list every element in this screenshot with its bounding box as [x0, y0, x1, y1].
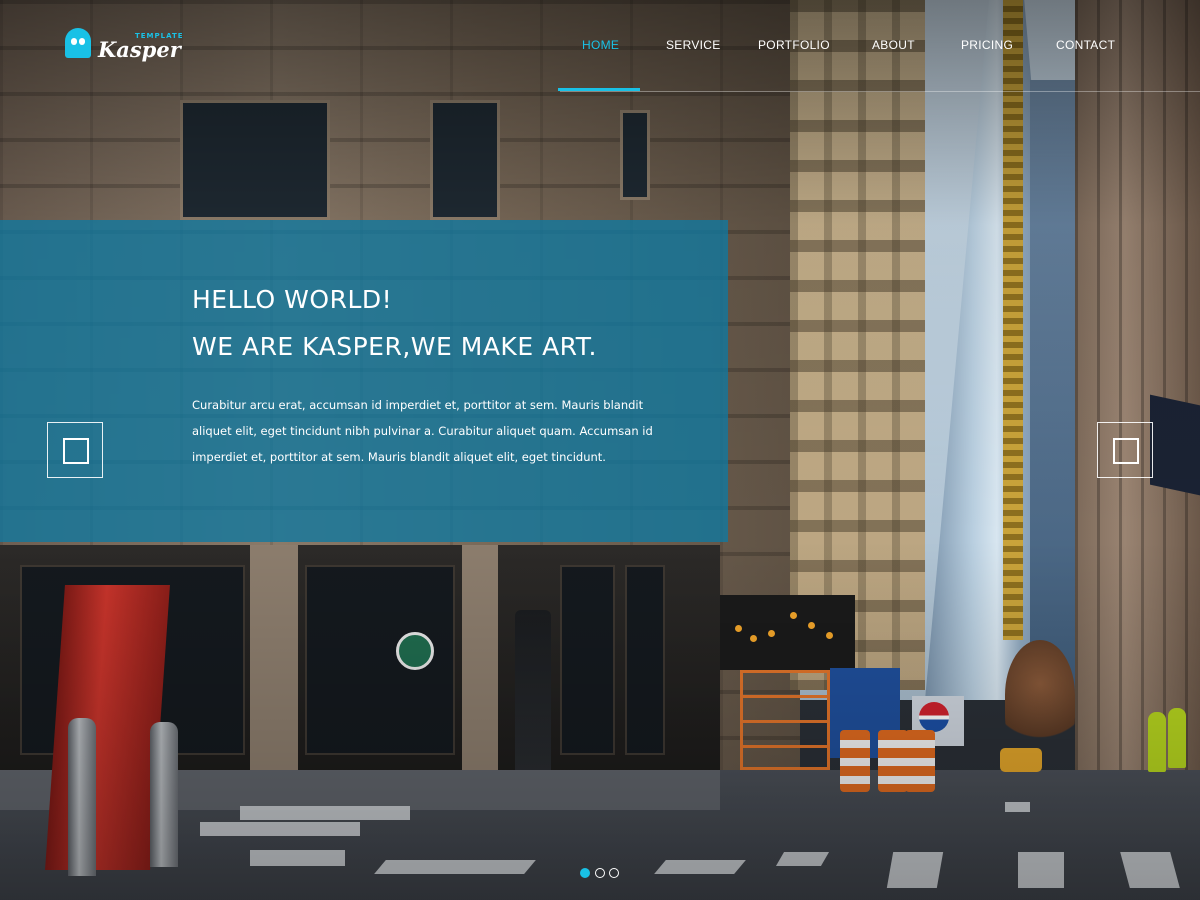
nav-item-home[interactable]: HOME	[582, 38, 619, 52]
hero-paragraph: Curabitur arcu erat, accumsan id imperdi…	[192, 398, 653, 464]
slider-prev-button[interactable]	[47, 422, 103, 478]
slider-next-button[interactable]	[1097, 422, 1153, 478]
nav-item-pricing[interactable]: PRICING	[961, 38, 1013, 52]
hero-title-line-1: HELLO WORLD!	[192, 285, 393, 314]
square-next-icon	[1113, 438, 1139, 464]
hero-title-line-2: WE ARE KASPER,WE MAKE ART.	[192, 332, 597, 361]
slider-dot-2[interactable]	[595, 868, 605, 878]
nav-item-contact[interactable]: CONTACT	[1056, 38, 1115, 52]
main-nav: HOME SERVICE PORTFOLIO ABOUT PRICING CON…	[0, 38, 1200, 58]
slider-dots	[580, 868, 640, 880]
nav-item-about[interactable]: ABOUT	[872, 38, 915, 52]
slider-dot-3[interactable]	[609, 868, 619, 878]
site-header: TEMPLATE Kasper HOME SERVICE PORTFOLIO A…	[0, 0, 1200, 92]
slider-dot-1[interactable]	[580, 868, 590, 878]
hero-overlay	[0, 220, 728, 542]
nav-item-portfolio[interactable]: PORTFOLIO	[758, 38, 830, 52]
nav-item-service[interactable]: SERVICE	[666, 38, 721, 52]
header-divider	[560, 91, 1200, 92]
square-prev-icon	[63, 438, 89, 464]
